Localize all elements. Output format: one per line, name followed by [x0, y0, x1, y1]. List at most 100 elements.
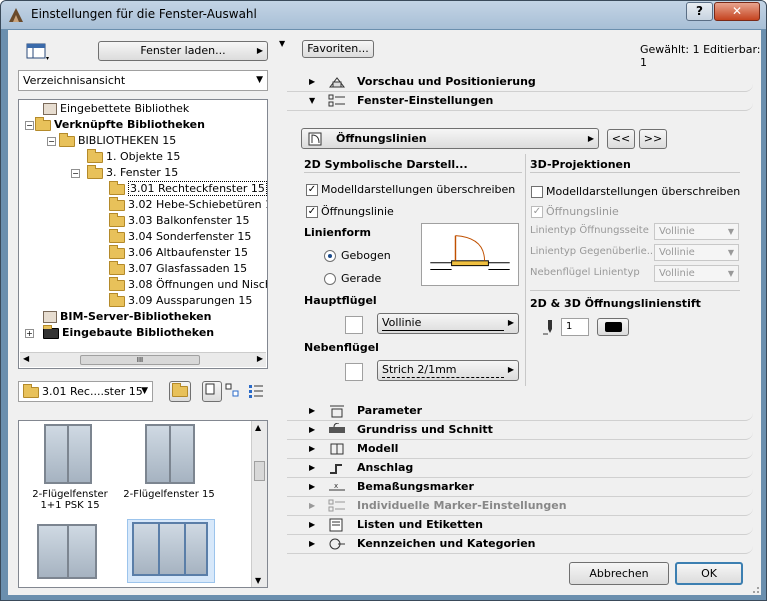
- tree-label: 3.07 Glasfassaden 15: [128, 262, 248, 275]
- collapse-toggle[interactable]: −: [47, 137, 56, 146]
- section-bemassung[interactable]: ▶ x Bemaßungsmarker: [287, 479, 753, 497]
- linetype-value: Strich 2/1mm: [382, 363, 457, 376]
- section-listen[interactable]: ▶ Listen und Etiketten: [287, 517, 753, 535]
- tree-item-selected[interactable]: 3.01 Rechteckfenster 15: [109, 180, 267, 197]
- scroll-thumb[interactable]: [254, 461, 265, 481]
- next-page-button[interactable]: >>: [639, 129, 667, 149]
- tree-item-objekte[interactable]: 1. Objekte 15: [87, 148, 180, 165]
- bim-server-icon: [43, 311, 57, 323]
- cb-oeffnung-2d[interactable]: ✓ Öffnungslinie: [306, 205, 394, 218]
- section-kennzeichen[interactable]: ▶ Kennzeichen und Kategorien: [287, 536, 753, 554]
- tree-item[interactable]: 3.08 Öffnungen und Nischen: [109, 276, 267, 293]
- window-thumbnail-4-selected[interactable]: [132, 522, 208, 576]
- tree-item-embedded[interactable]: Eingebettete Bibliothek: [43, 101, 189, 117]
- section-anschlag[interactable]: ▶ Anschlag: [287, 460, 753, 478]
- panel-page-select[interactable]: Öffnungslinien ▶: [301, 128, 599, 149]
- cb-override-2d[interactable]: ✓ Modelldarstellungen überschreiben: [306, 183, 515, 196]
- radio-gebogen[interactable]: Gebogen: [324, 249, 391, 262]
- library-icon: [43, 103, 57, 115]
- tree-item[interactable]: 3.02 Hebe-Schiebetüren 15: [109, 196, 267, 213]
- scroll-down-icon[interactable]: ▼: [255, 576, 261, 585]
- window-thumbnail-3[interactable]: [37, 524, 97, 579]
- tree-label: 3. Fenster 15: [106, 166, 179, 179]
- row-label: Nebenflügel Linientyp: [530, 267, 640, 278]
- checkbox-checked-icon[interactable]: ✓: [306, 184, 318, 196]
- checkbox-disabled-icon[interactable]: ✓: [531, 206, 543, 218]
- section-vorschau[interactable]: ▶ Vorschau und Positionierung: [287, 74, 753, 92]
- selection-status: Gewählt: 1 Editierbar: 1: [640, 43, 761, 69]
- resize-grip-icon[interactable]: [748, 582, 760, 594]
- tree-item[interactable]: 3.07 Glasfassaden 15: [109, 260, 248, 277]
- pen-color-button[interactable]: [597, 318, 629, 336]
- dialog-window: Einstellungen für die Fenster-Auswahl ? …: [0, 0, 767, 601]
- expand-icon: ▶: [309, 77, 316, 86]
- scroll-thumb[interactable]: III: [80, 355, 200, 365]
- section-parameter[interactable]: ▶ Parameter: [287, 403, 753, 421]
- prev-page-button[interactable]: <<: [607, 129, 635, 149]
- list-view-icon[interactable]: [248, 383, 264, 399]
- radio-gerade[interactable]: Gerade: [324, 272, 381, 285]
- tree-item-fenster[interactable]: 3. Fenster 15: [87, 164, 179, 181]
- pen-number-input[interactable]: 1: [561, 318, 589, 336]
- linetype-select-disabled[interactable]: Vollinie ▼: [654, 244, 739, 261]
- scroll-left-icon[interactable]: ◀: [23, 354, 29, 363]
- ok-button[interactable]: OK: [675, 562, 743, 585]
- window-thumbnail-1[interactable]: [44, 424, 92, 484]
- small-icons-icon[interactable]: [225, 383, 241, 399]
- linetype-select-disabled[interactable]: Vollinie ▼: [654, 265, 739, 282]
- archicad-icon: [9, 8, 23, 22]
- hauptfluegel-linetype-select[interactable]: Vollinie ▶: [377, 313, 519, 334]
- cb-override-3d[interactable]: Modelldarstellungen überschreiben: [531, 185, 740, 198]
- folder-icon: [109, 228, 125, 243]
- tree-label: 3.04 Sonderfenster 15: [128, 230, 252, 243]
- favoriten-button[interactable]: Favoriten...: [302, 40, 374, 58]
- cb-oeffnung-3d[interactable]: ✓ Öffnungslinie: [531, 205, 619, 218]
- tree-label: 3.08 Öffnungen und Nischen: [128, 278, 267, 291]
- tree-item-bim[interactable]: BIM-Server-Bibliotheken: [43, 309, 211, 325]
- tree-item-builtin[interactable]: Eingebaute Bibliotheken: [43, 324, 214, 341]
- radio-icon[interactable]: [324, 273, 336, 285]
- checkbox-icon[interactable]: [531, 186, 543, 198]
- library-tree[interactable]: Eingebettete Bibliothek − Verknüpfte Bib…: [18, 99, 268, 369]
- tree-item[interactable]: 3.03 Balkonfenster 15: [109, 212, 249, 229]
- help-button[interactable]: ?: [686, 2, 713, 21]
- folder-select[interactable]: 3.01 Rec....ster 15 ▼: [18, 381, 153, 402]
- close-button[interactable]: ✕: [714, 2, 760, 21]
- tree-item-linked[interactable]: Verknüpfte Bibliotheken: [35, 116, 205, 133]
- cancel-button[interactable]: Abbrechen: [569, 562, 669, 585]
- section-fenster-einstellungen[interactable]: ▼ Fenster-Einstellungen: [287, 93, 753, 111]
- section-grundriss[interactable]: ▶ Grundriss und Schnitt: [287, 422, 753, 440]
- collapse-toggle[interactable]: −: [25, 121, 34, 130]
- view-large-icons-button[interactable]: [202, 381, 222, 402]
- radio-label: Gebogen: [341, 249, 391, 262]
- view-mode-select[interactable]: Verzeichnisansicht ▼: [18, 70, 268, 91]
- tree-item[interactable]: 3.06 Altbaufenster 15: [109, 244, 248, 261]
- expand-toggle[interactable]: +: [25, 329, 34, 338]
- tree-label: 3.09 Aussparungen 15: [128, 294, 253, 307]
- collapse-icon[interactable]: ▼: [279, 39, 285, 48]
- vertical-scrollbar[interactable]: ▲ ▼: [251, 421, 267, 587]
- window-thumbnail-2[interactable]: [145, 424, 195, 484]
- fenster-laden-button[interactable]: Fenster laden... ▶: [98, 41, 268, 61]
- scroll-up-icon[interactable]: ▲: [255, 423, 261, 432]
- folder-up-button[interactable]: [169, 381, 191, 402]
- horizontal-scrollbar[interactable]: ◀ III ▶: [20, 352, 266, 367]
- section-marker-disabled[interactable]: ▶ Individuelle Marker-Einstellungen: [287, 498, 753, 516]
- nebenfluegel-linetype-select[interactable]: Strich 2/1mm ▶: [377, 360, 519, 381]
- reveal-icon: [330, 464, 342, 474]
- radio-selected-icon[interactable]: [324, 250, 336, 262]
- tree-item[interactable]: 3.09 Aussparungen 15: [109, 292, 253, 309]
- checkbox-checked-icon[interactable]: ✓: [306, 206, 318, 218]
- object-thumbnails[interactable]: 2-Flügelfenster 1+1 PSK 15 2-Flügelfenst…: [18, 420, 268, 588]
- opening-lines-icon: [308, 132, 322, 146]
- row-label: Linientyp Gegenüberlie...: [530, 246, 657, 257]
- section-modell[interactable]: ▶ Modell: [287, 441, 753, 459]
- linetype-select-disabled[interactable]: Vollinie ▼: [654, 223, 739, 240]
- layout-view-icon[interactable]: [26, 42, 50, 62]
- hauptfluegel-pen-swatch[interactable]: [345, 316, 363, 334]
- collapse-toggle[interactable]: −: [71, 169, 80, 178]
- nebenfluegel-pen-swatch[interactable]: [345, 363, 363, 381]
- scroll-right-icon[interactable]: ▶: [257, 354, 263, 363]
- tree-item-bibliotheken[interactable]: BIBLIOTHEKEN 15: [59, 132, 176, 149]
- tree-item[interactable]: 3.04 Sonderfenster 15: [109, 228, 252, 245]
